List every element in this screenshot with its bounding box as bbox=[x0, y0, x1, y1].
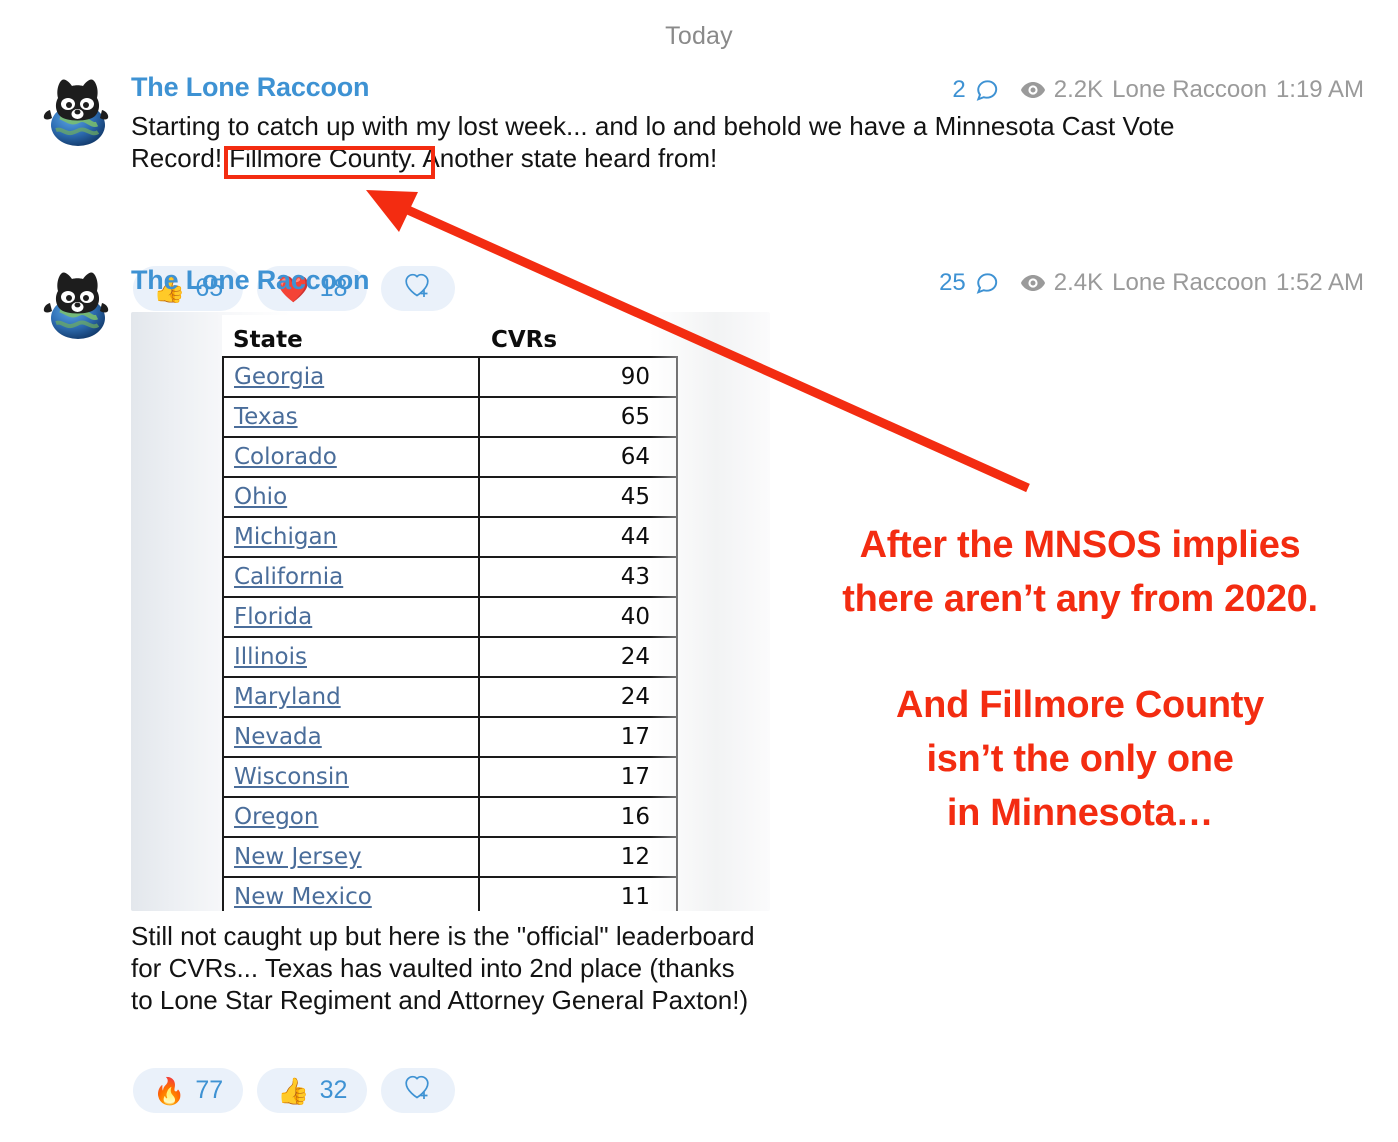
cvr-value: 17 bbox=[478, 756, 678, 798]
message-meta: 25 2.4K Lone Raccoon 1:52 AM bbox=[939, 269, 1364, 297]
annotation-line-5: in Minnesota… bbox=[946, 792, 1214, 834]
annotation-line-2: there aren’t any from 2020. bbox=[842, 578, 1318, 620]
table-row: New Jersey 12 bbox=[222, 836, 678, 878]
comment-bubble-icon[interactable] bbox=[974, 77, 1000, 103]
reaction-count: 77 bbox=[195, 1076, 224, 1104]
add-reaction-icon bbox=[403, 271, 433, 306]
table-row: Nevada 17 bbox=[222, 716, 678, 758]
reaction-pill-thumbs-up[interactable]: 👍 32 bbox=[257, 1068, 368, 1113]
table-header-row: State CVRs bbox=[223, 315, 677, 358]
cvr-value: 90 bbox=[478, 356, 678, 398]
cvr-value: 24 bbox=[478, 636, 678, 678]
annotation-line-4: isn’t the only one bbox=[926, 738, 1234, 780]
state-link[interactable]: Georgia bbox=[234, 364, 324, 390]
table-row: Maryland 24 bbox=[222, 676, 678, 718]
cvr-value: 12 bbox=[478, 836, 678, 878]
cvr-value: 16 bbox=[478, 796, 678, 838]
cvr-value: 44 bbox=[478, 516, 678, 558]
column-header-cvrs: CVRs bbox=[479, 315, 677, 358]
comment-bubble-icon[interactable] bbox=[974, 270, 1000, 296]
message-text: Starting to catch up with my lost week..… bbox=[131, 110, 1251, 174]
cvr-value: 65 bbox=[478, 396, 678, 438]
table-row: Colorado 64 bbox=[222, 436, 678, 478]
attached-image[interactable]: State CVRs Georgia 90 Texas 65 Colorado … bbox=[131, 312, 770, 911]
table-row: Georgia 90 bbox=[222, 356, 678, 398]
view-count: 2.4K bbox=[1053, 269, 1104, 296]
view-count: 2.2K bbox=[1053, 76, 1104, 103]
table-row: Illinois 24 bbox=[222, 636, 678, 678]
message-text-line-1: Starting to catch up with my lost week..… bbox=[131, 111, 1175, 141]
annotation-line-3: And Fillmore County bbox=[896, 684, 1264, 726]
table-row: Florida 40 bbox=[222, 596, 678, 638]
attachment-caption: Still not caught up but here is the "off… bbox=[131, 921, 755, 1015]
day-divider: Today bbox=[665, 22, 733, 50]
message-text-line-2-pre: Record! bbox=[131, 143, 230, 173]
message-author[interactable]: The Lone Raccoon bbox=[131, 265, 370, 296]
message-meta: 2 2.2K Lone Raccoon 1:19 AM bbox=[952, 76, 1364, 104]
cvr-value: 64 bbox=[478, 436, 678, 478]
add-reaction-button[interactable] bbox=[381, 1068, 456, 1113]
cvr-value: 24 bbox=[478, 676, 678, 718]
message-author[interactable]: The Lone Raccoon bbox=[131, 72, 370, 103]
table-row: Oregon 16 bbox=[222, 796, 678, 838]
add-reaction-button[interactable] bbox=[381, 266, 456, 311]
views-eye-icon bbox=[1020, 274, 1046, 292]
table-row: Ohio 45 bbox=[222, 476, 678, 518]
table-row: California 43 bbox=[222, 556, 678, 598]
reply-count[interactable]: 25 bbox=[939, 269, 966, 297]
views-eye-icon bbox=[1020, 81, 1046, 99]
table-row: Michigan 44 bbox=[222, 516, 678, 558]
fire-emoji: 🔥 bbox=[153, 1075, 186, 1106]
message-text-line-2-post: Another state heard from! bbox=[416, 143, 718, 173]
table-body: Georgia 90 Texas 65 Colorado 64 Ohio 45 … bbox=[222, 356, 678, 911]
state-link[interactable]: California bbox=[234, 564, 343, 590]
state-link[interactable]: Nevada bbox=[234, 724, 322, 750]
state-link[interactable]: Oregon bbox=[234, 804, 318, 830]
cvr-leaderboard-table: State CVRs Georgia 90 Texas 65 Colorado … bbox=[222, 315, 678, 911]
cvr-value: 43 bbox=[478, 556, 678, 598]
cvr-value: 17 bbox=[478, 716, 678, 758]
reaction-count: 32 bbox=[319, 1076, 348, 1104]
column-header-state: State bbox=[223, 315, 479, 358]
add-reaction-icon bbox=[403, 1073, 433, 1108]
state-link[interactable]: Colorado bbox=[234, 444, 337, 470]
state-link[interactable]: Wisconsin bbox=[234, 764, 349, 790]
cvr-value: 40 bbox=[478, 596, 678, 638]
message-signature: Lone Raccoon bbox=[1112, 269, 1267, 296]
state-link[interactable]: New Mexico bbox=[234, 884, 372, 910]
message-signature: Lone Raccoon bbox=[1112, 76, 1267, 103]
cvr-value: 11 bbox=[478, 876, 678, 911]
state-link[interactable]: Michigan bbox=[234, 524, 337, 550]
state-link[interactable]: New Jersey bbox=[234, 844, 362, 870]
state-link[interactable]: Ohio bbox=[234, 484, 287, 510]
message-text-highlighted: Fillmore County. bbox=[229, 143, 417, 173]
table-row: Wisconsin 17 bbox=[222, 756, 678, 798]
avatar[interactable] bbox=[40, 72, 114, 148]
state-link[interactable]: Maryland bbox=[234, 684, 341, 710]
reaction-pill-fire[interactable]: 🔥 77 bbox=[133, 1068, 244, 1113]
state-link[interactable]: Illinois bbox=[234, 644, 307, 670]
message-time: 1:19 AM bbox=[1275, 76, 1364, 103]
state-link[interactable]: Texas bbox=[234, 404, 298, 430]
reply-count[interactable]: 2 bbox=[952, 76, 965, 104]
cvr-value: 45 bbox=[478, 476, 678, 518]
annotation-line-1: After the MNSOS implies bbox=[859, 524, 1301, 566]
avatar[interactable] bbox=[40, 265, 114, 341]
table-row: Texas 65 bbox=[222, 396, 678, 438]
reaction-bar: 🔥 77 👍 32 bbox=[133, 1068, 456, 1113]
annotation-text: After the MNSOS implies there aren’t any… bbox=[790, 518, 1370, 840]
thumbs-up-emoji: 👍 bbox=[277, 1075, 310, 1106]
table-row: New Mexico 11 bbox=[222, 876, 678, 911]
message-time: 1:52 AM bbox=[1275, 269, 1364, 296]
state-link[interactable]: Florida bbox=[234, 604, 312, 630]
